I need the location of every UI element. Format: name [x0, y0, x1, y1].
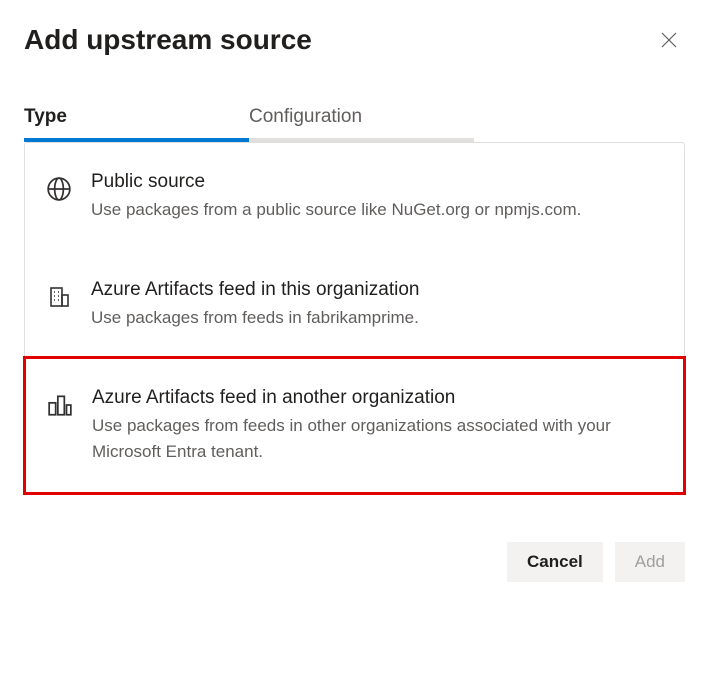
tab-bar: Type Configuration — [24, 96, 685, 142]
option-text: Public source Use packages from a public… — [91, 171, 648, 223]
option-public-source[interactable]: Public source Use packages from a public… — [25, 143, 684, 251]
option-text: Azure Artifacts feed in another organiza… — [92, 387, 647, 464]
close-button[interactable] — [653, 24, 685, 56]
close-icon — [661, 32, 677, 48]
options-panel: Public source Use packages from a public… — [24, 142, 685, 494]
dialog-title: Add upstream source — [24, 24, 312, 56]
tab-type[interactable]: Type — [24, 96, 249, 142]
option-desc: Use packages from feeds in fabrikamprime… — [91, 305, 648, 331]
dialog-footer: Cancel Add — [24, 542, 685, 582]
option-title: Azure Artifacts feed in this organizatio… — [91, 279, 648, 301]
add-button[interactable]: Add — [615, 542, 685, 582]
option-desc: Use packages from feeds in other organiz… — [92, 413, 647, 464]
cancel-button[interactable]: Cancel — [507, 542, 603, 582]
globe-icon — [45, 175, 73, 203]
buildings-icon — [46, 391, 74, 419]
option-feed-other-org[interactable]: Azure Artifacts feed in another organiza… — [23, 356, 686, 495]
building-icon — [45, 283, 73, 311]
dialog-header: Add upstream source — [24, 24, 685, 56]
option-desc: Use packages from a public source like N… — [91, 197, 648, 223]
option-feed-this-org[interactable]: Azure Artifacts feed in this organizatio… — [25, 251, 684, 359]
option-title: Azure Artifacts feed in another organiza… — [92, 387, 647, 409]
option-title: Public source — [91, 171, 648, 193]
tab-configuration[interactable]: Configuration — [249, 96, 474, 142]
option-text: Azure Artifacts feed in this organizatio… — [91, 279, 648, 331]
